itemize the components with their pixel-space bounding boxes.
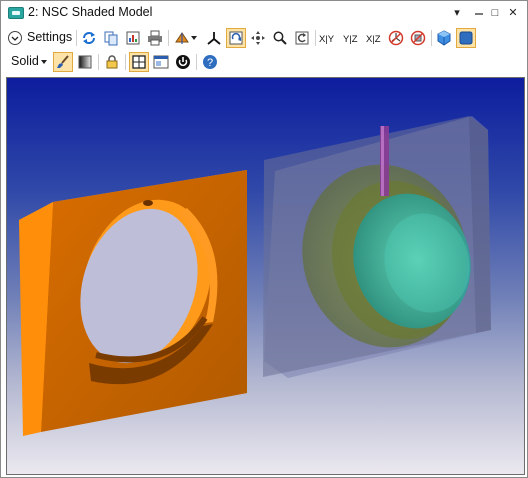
caret-down-icon [191,36,197,40]
view-yz-label: Y|Z [343,34,358,45]
reset-view-button[interactable] [292,28,312,48]
close-button[interactable]: ✕ [504,4,522,21]
window-layout-icon [153,55,169,69]
svg-text:?: ? [207,57,213,69]
nsc-shaded-model-window: 2: NSC Shaded Model ▾ □ ✕ Settings X|Y Y… [0,0,528,478]
reset-view-icon [295,31,309,45]
settings-label[interactable]: Settings [27,30,72,44]
toolbar-primary: Settings X|Y Y|Z X|Z [1,26,527,50]
brush-button[interactable] [53,52,73,72]
printer-icon [148,30,162,46]
caret-down-icon [41,60,47,64]
view-yz-button[interactable]: Y|Z [342,28,366,48]
paintbrush-icon [57,55,69,68]
toolbar-separator [125,54,126,70]
window-layout-button[interactable] [151,52,171,72]
app-icon [8,7,24,19]
lock-button[interactable] [102,52,122,72]
3d-view-button[interactable] [434,28,454,48]
hide-objects-button[interactable] [408,28,428,48]
axes-icon [207,32,221,45]
auto-update-button[interactable] [173,52,193,72]
export-chart-icon [126,31,140,45]
rotate-button[interactable] [226,28,246,48]
maximize-button[interactable]: □ [486,4,504,21]
magnifier-icon [273,31,287,45]
rotate-icon [229,31,243,45]
gradient-button[interactable] [75,52,95,72]
chevron-down-circle-icon [8,31,22,45]
toolbar-separator [98,54,99,70]
settings-expand-button[interactable] [5,28,25,48]
shaded-mode-button[interactable] [456,28,476,48]
minimize-icon [475,12,483,15]
fit-view-icon [132,55,146,69]
window-title: 2: NSC Shaded Model [28,5,153,19]
fit-view-button[interactable] [129,52,149,72]
minimize-dropdown-button[interactable]: ▾ [448,4,466,21]
shaded-square-icon [459,31,473,45]
3d-scene [19,116,491,436]
gradient-icon [78,55,92,69]
svg-text:X|Z: X|Z [366,34,381,45]
help-icon: ? [203,55,217,69]
layout-icon [175,32,189,44]
toolbar-secondary: Solid ? [1,50,527,74]
move-icon [251,31,265,45]
toolbar-separator [168,30,169,46]
no-objects-icon [410,30,426,46]
refresh-icon [83,32,95,44]
print-button[interactable] [145,28,165,48]
export-button[interactable] [123,28,143,48]
lock-icon [106,55,118,69]
copy-button[interactable] [101,28,121,48]
toolbar-separator [196,54,197,70]
view-xy-button[interactable]: X|Y [318,28,342,48]
title-bar[interactable]: 2: NSC Shaded Model ▾ □ ✕ [1,1,527,25]
zoom-button[interactable] [270,28,290,48]
no-rays-icon [388,30,404,46]
show-rays-button[interactable] [386,28,406,48]
pan-button[interactable] [248,28,268,48]
view-xy-label: X|Y [319,34,335,45]
cube-icon [437,30,451,46]
render-mode-dropdown[interactable]: Solid [11,54,39,68]
svg-text:X|Y: X|Y [319,34,335,45]
toolbar-separator [76,30,77,46]
svg-text:Y|Z: Y|Z [343,34,358,45]
layout-dropdown-button[interactable] [189,28,199,48]
toolbar-separator [431,30,432,46]
power-cycle-icon [176,55,190,69]
axes-button[interactable] [204,28,224,48]
help-button[interactable]: ? [200,52,220,72]
shaded-model-viewport[interactable] [6,77,525,475]
copy-icon [104,31,118,46]
refresh-button[interactable] [79,28,99,48]
orange-mount-plate [19,170,247,436]
render-mode-caret[interactable] [39,52,49,72]
toolbar-separator [315,30,316,46]
translucent-lens-assembly [263,116,491,378]
